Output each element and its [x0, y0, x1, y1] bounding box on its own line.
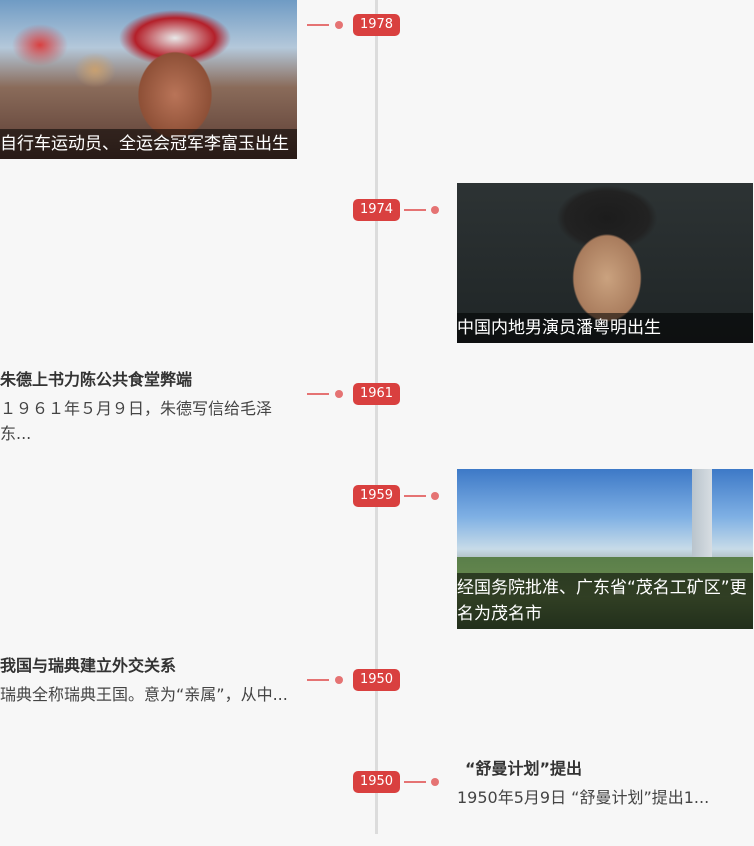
connector — [404, 205, 440, 215]
year-badge: 1961 — [353, 383, 400, 405]
connector — [307, 20, 343, 30]
year-badge: 1950 — [353, 669, 400, 691]
event-card-1959[interactable]: 经国务院批准、广东省“茂名工矿区”更名为茂名市 — [457, 469, 753, 629]
event-caption: 自行车运动员、全运会冠军李富玉出生 — [0, 129, 297, 159]
connector — [307, 675, 343, 685]
event-card-1978[interactable]: 自行车运动员、全运会冠军李富玉出生 — [0, 0, 297, 159]
event-title[interactable]: 朱德上书力陈公共食堂弊端 — [0, 368, 290, 392]
event-description: 瑞典全称瑞典王国。意为“亲属”，从中... — [0, 685, 288, 704]
year-badge: 1959 — [353, 485, 400, 507]
event-card-1950-sweden[interactable]: 我国与瑞典建立外交关系 瑞典全称瑞典王国。意为“亲属”，从中... — [0, 654, 290, 707]
timeline-axis — [375, 0, 378, 834]
event-card-1974[interactable]: 中国内地男演员潘粤明出生 — [457, 183, 753, 343]
event-card-1950-schuman[interactable]: “舒曼计划”提出 1950年5月9日 “舒曼计划”提出1... — [457, 757, 727, 810]
year-badge: 1974 — [353, 199, 400, 221]
event-description: 1950年5月9日 “舒曼计划”提出1... — [457, 788, 710, 807]
event-description: １９６１年５月９日，朱德写信给毛泽东... — [0, 399, 273, 443]
connector — [404, 777, 440, 787]
year-badge: 1978 — [353, 14, 400, 36]
event-caption: 经国务院批准、广东省“茂名工矿区”更名为茂名市 — [457, 573, 753, 629]
event-title[interactable]: “舒曼计划”提出 — [457, 757, 727, 781]
event-card-1961[interactable]: 朱德上书力陈公共食堂弊端 １９６１年５月９日，朱德写信给毛泽东... — [0, 368, 290, 446]
connector — [307, 389, 343, 399]
event-title[interactable]: 我国与瑞典建立外交关系 — [0, 654, 290, 678]
connector — [404, 491, 440, 501]
year-badge: 1950 — [353, 771, 400, 793]
event-caption: 中国内地男演员潘粤明出生 — [457, 313, 753, 343]
